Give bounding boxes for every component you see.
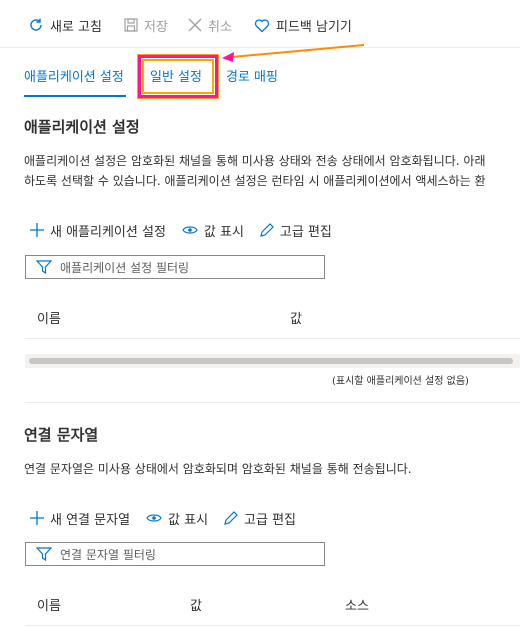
col-header-value-2[interactable]: 값: [190, 595, 202, 614]
show-values-label-2: 값 표시: [168, 512, 209, 528]
eye-icon: [146, 514, 162, 522]
app-settings-actions: 새 애플리케이션 설정 값 표시 고급 편집: [30, 220, 348, 240]
app-settings-desc-line2: 하도록 선택할 수 있습니다. 애플리케이션 설정은 런타임 시 애플리케이션에…: [24, 174, 486, 188]
new-app-setting-button[interactable]: 새 애플리케이션 설정: [30, 221, 166, 240]
col-header-source[interactable]: 소스: [345, 595, 369, 614]
pencil-icon: [224, 511, 238, 525]
horizontal-scrollbar[interactable]: [25, 354, 520, 368]
advanced-edit-label: 고급 편집: [279, 224, 332, 240]
new-app-setting-label: 새 애플리케이션 설정: [50, 224, 166, 240]
col-header-value[interactable]: 값: [290, 308, 302, 327]
save-icon: [124, 18, 138, 32]
refresh-label: 새로 고침: [50, 19, 102, 35]
scrollbar-thumb[interactable]: [29, 358, 513, 364]
show-values-button-2[interactable]: 값 표시: [146, 509, 208, 528]
plus-icon: [30, 223, 44, 237]
filter-icon: [36, 547, 52, 561]
plus-icon: [30, 511, 44, 525]
app-settings-filter-input[interactable]: 애플리케이션 설정 필터링: [25, 255, 325, 279]
app-settings-filter-placeholder: 애플리케이션 설정 필터링: [60, 260, 190, 275]
refresh-icon: [30, 18, 42, 31]
connection-strings-title: 연결 문자열: [24, 426, 99, 444]
show-values-label: 값 표시: [203, 224, 244, 240]
close-icon: [188, 18, 202, 32]
show-values-button[interactable]: 값 표시: [182, 221, 244, 240]
table-header-divider-2: [25, 625, 520, 626]
tab-list: 애플리케이션 설정 일반 설정 경로 매핑: [0, 48, 520, 98]
advanced-edit-button[interactable]: 고급 편집: [260, 221, 332, 240]
active-tab-indicator: [24, 95, 126, 97]
feedback-label: 피드백 남기기: [276, 19, 352, 35]
table-header-divider: [25, 338, 520, 339]
discard-button[interactable]: 취소: [188, 14, 232, 36]
save-button[interactable]: 저장: [124, 14, 168, 36]
save-label: 저장: [144, 19, 168, 35]
app-settings-desc-line1: 애플리케이션 설정은 암호화된 채널을 통해 미사용 상태와 전송 상태에서 암…: [24, 154, 486, 168]
connection-strings-filter-input[interactable]: 연결 문자열 필터링: [25, 542, 325, 566]
col-header-name-2[interactable]: 이름: [37, 595, 61, 614]
connection-strings-filter-placeholder: 연결 문자열 필터링: [60, 547, 156, 562]
advanced-edit-button-2[interactable]: 고급 편집: [224, 509, 296, 528]
new-connection-string-label: 새 연결 문자열: [50, 512, 131, 528]
tab-app-settings[interactable]: 애플리케이션 설정: [24, 66, 124, 85]
feedback-button[interactable]: 피드백 남기기: [254, 14, 352, 36]
section-divider: [25, 402, 520, 403]
eye-icon: [182, 226, 198, 234]
app-settings-title: 애플리케이션 설정: [24, 118, 140, 136]
discard-label: 취소: [208, 19, 232, 35]
col-header-name[interactable]: 이름: [37, 308, 61, 327]
command-bar: 새로 고침 저장 취소 피드백 남기기: [0, 0, 520, 48]
refresh-button[interactable]: 새로 고침: [28, 14, 102, 36]
filter-icon: [36, 260, 52, 274]
tab-path-mappings[interactable]: 경로 매핑: [226, 66, 278, 85]
pencil-icon: [260, 223, 274, 237]
empty-table-message: (표시할 애플리케이션 설정 없음): [332, 376, 469, 387]
heart-icon: [254, 18, 270, 32]
advanced-edit-label-2: 고급 편집: [244, 512, 297, 528]
highlight-box: [137, 54, 219, 99]
connection-strings-desc: 연결 문자열은 미사용 상태에서 암호화되며 암호화된 채널을 통해 전송됩니다…: [24, 462, 412, 476]
new-connection-string-button[interactable]: 새 연결 문자열: [30, 509, 130, 528]
connection-strings-actions: 새 연결 문자열 값 표시 고급 편집: [30, 508, 312, 528]
